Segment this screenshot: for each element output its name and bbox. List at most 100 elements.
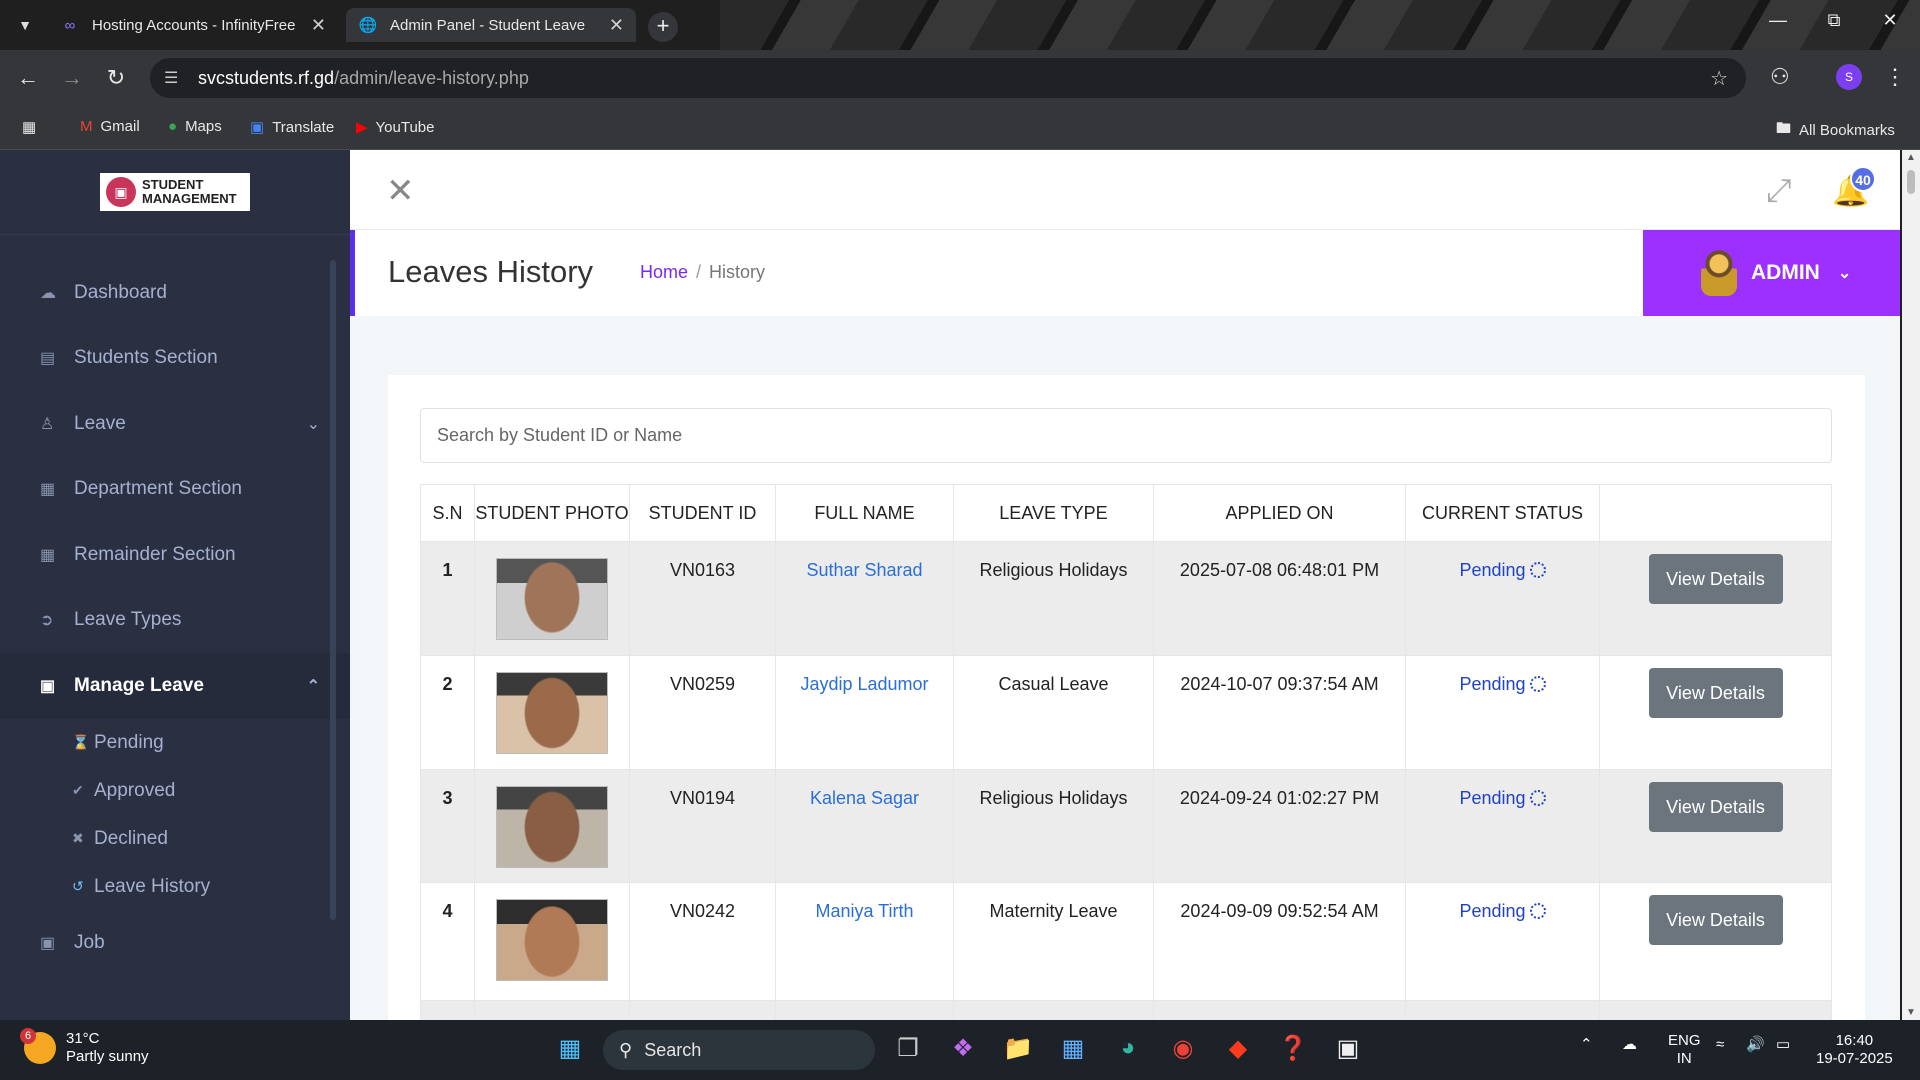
scroll-up-icon[interactable]: ▲ — [1906, 152, 1916, 163]
extensions-icon[interactable]: ⚇ — [1770, 64, 1790, 90]
bookmark-star-icon[interactable]: ☆ — [1710, 66, 1728, 91]
battery-icon[interactable]: ▭ — [1776, 1036, 1790, 1054]
address-bar[interactable]: ☰ svcstudents.rf.gd/admin/leave-history.… — [150, 58, 1746, 98]
restore-icon[interactable]: ⧉ — [1814, 10, 1854, 31]
page-scrollbar[interactable]: ▲ ▼ — [1902, 150, 1920, 1020]
cell-applied-on: 2024-10-07 09:37:54 AM — [1153, 655, 1406, 770]
tab-title: Hosting Accounts - InfinityFree — [92, 16, 296, 34]
edge-icon[interactable]: ◕ — [1110, 1034, 1146, 1062]
spinner-icon — [1529, 790, 1546, 806]
window-close-icon[interactable]: ✕ — [1870, 10, 1910, 31]
cell-student-id: VN0163 — [629, 541, 776, 656]
close-icon[interactable]: ✕ — [311, 15, 326, 36]
app-diamond-icon[interactable]: ◆ — [1220, 1034, 1256, 1063]
app-box-icon[interactable]: ▣ — [1330, 1034, 1366, 1063]
sidebar-subitem-leave-history[interactable]: ↺ Leave History — [0, 863, 350, 911]
windows-start-icon[interactable]: ▦ — [552, 1034, 588, 1063]
help-icon[interactable]: ❓ — [1275, 1034, 1311, 1063]
site-info-icon[interactable]: ☰ — [164, 68, 188, 88]
close-sidebar-icon[interactable]: ✕ — [386, 174, 415, 208]
student-name-link[interactable]: Suthar Sharad — [775, 541, 954, 656]
cell-student-id: VN0242 — [629, 882, 776, 1001]
profile-avatar[interactable]: S — [1836, 64, 1862, 90]
admin-menu-button[interactable]: ADMIN ⌄ — [1643, 230, 1900, 316]
student-name-link[interactable]: Maniya Tirth — [775, 882, 954, 1001]
spinner-icon — [1529, 676, 1546, 692]
all-bookmarks[interactable]: 🖿 All Bookmarks — [1776, 118, 1895, 143]
scroll-down-icon[interactable]: ▼ — [1906, 1007, 1916, 1018]
fullscreen-icon[interactable]: ⤢ — [1766, 172, 1792, 210]
sidebar-scrollbar[interactable] — [330, 260, 336, 920]
cell-photo — [474, 882, 630, 1001]
student-name-link[interactable]: Kalena Sagar — [775, 769, 954, 883]
calendar-icon: ▦ — [40, 546, 56, 564]
view-details-button[interactable]: View Details — [1648, 895, 1783, 945]
column-header: FULL NAME — [775, 484, 954, 542]
bookmark-label: YouTube — [375, 118, 435, 136]
globe-icon: 🌐 — [358, 17, 378, 34]
new-tab-button[interactable]: + — [648, 12, 678, 42]
gmail-icon: M — [80, 118, 93, 135]
cell-status: Pending — [1405, 655, 1600, 770]
bookmark-youtube[interactable]: ▶ YouTube — [356, 118, 435, 137]
tab-infinityfree[interactable]: ∞ Hosting Accounts - InfinityFree ✕ — [48, 8, 338, 42]
volume-icon[interactable]: 🔊 — [1746, 1036, 1765, 1054]
scrollbar-thumb[interactable] — [1907, 170, 1915, 194]
cell-status: Pending — [1405, 769, 1600, 883]
status-text: Pending — [1459, 674, 1526, 694]
sidebar-item-leave-types[interactable]: ➲ Leave Types — [0, 588, 350, 654]
task-view-icon[interactable]: ❐ — [890, 1034, 926, 1063]
bookmark-maps[interactable]: ● Maps — [168, 118, 222, 135]
breadcrumb-home-link[interactable]: Home — [640, 262, 688, 282]
bookmark-label: Translate — [272, 118, 335, 136]
view-details-button[interactable]: View Details — [1648, 782, 1783, 832]
forward-icon[interactable]: → — [58, 64, 86, 92]
sidebar-item-dashboard[interactable]: ☁ Dashboard — [0, 260, 350, 326]
sidebar-item-students-section[interactable]: ▤ Students Section — [0, 326, 350, 392]
logo-text: STUDENT MANAGEMENT — [142, 177, 237, 206]
main-content: ✕ ⤢ 🔔 40 Leaves History Home / History ADM… — [350, 150, 1900, 1020]
sidebar-item-manage-leave[interactable]: ▣ Manage Leave ⌃ — [0, 653, 350, 719]
reload-icon[interactable]: ↻ — [102, 64, 130, 92]
clock[interactable]: 16:40 19-07-2025 — [1816, 1032, 1893, 1068]
bookmark-translate[interactable]: ▣ Translate — [250, 118, 335, 137]
sidebar-subitem-approved[interactable]: ✔ Approved — [0, 767, 350, 815]
wifi-icon[interactable]: ≈ — [1716, 1036, 1724, 1054]
brand-area: ▣ STUDENT MANAGEMENT — [0, 150, 350, 235]
search-input[interactable] — [420, 408, 1832, 463]
window-background-pattern — [720, 0, 1920, 50]
browser-menu-icon[interactable]: ⋮ — [1884, 64, 1906, 90]
bookmark-gmail[interactable]: M Gmail — [80, 118, 140, 135]
apps-grid-icon[interactable]: ▦ — [22, 118, 36, 136]
sidebar-item-remainder-section[interactable]: ▦ Remainder Section — [0, 522, 350, 588]
sidebar-item-department-section[interactable]: ▦ Department Section — [0, 457, 350, 523]
language-indicator[interactable]: ENG IN — [1668, 1032, 1701, 1068]
table-row: 3 VN0194 Kalena Sagar Religious Holidays… — [420, 769, 1832, 883]
chrome-icon[interactable]: ◉ — [1165, 1034, 1201, 1063]
minimize-icon[interactable]: — — [1758, 10, 1798, 31]
microsoft-store-icon[interactable]: ▦ — [1055, 1034, 1091, 1063]
manage-leave-submenu: ⌛ Pending ✔ Approved ✖ Declined ↺ Leave Hist… — [0, 719, 350, 911]
view-details-button[interactable]: View Details — [1648, 554, 1783, 604]
sidebar-subitem-pending[interactable]: ⌛ Pending — [0, 719, 350, 767]
sidebar-item-leave[interactable]: ♙ Leave ⌄ — [0, 391, 350, 457]
column-header: APPLIED ON — [1153, 484, 1406, 542]
back-icon[interactable]: ← — [14, 64, 42, 92]
view-details-button[interactable]: View Details — [1648, 668, 1783, 718]
logo[interactable]: ▣ STUDENT MANAGEMENT — [100, 173, 250, 211]
taskbar-search[interactable]: ⚲ Search — [603, 1030, 875, 1070]
student-name-link[interactable]: Jaydip Ladumor — [775, 655, 954, 770]
copilot-icon[interactable]: ❖ — [945, 1034, 981, 1063]
onedrive-icon[interactable]: ☁ — [1622, 1036, 1637, 1054]
sidebar-item-job[interactable]: ▣ Job — [0, 911, 350, 977]
weather-widget[interactable]: 6 31°C Partly sunny — [20, 1028, 149, 1066]
tab-admin-panel[interactable]: 🌐 Admin Panel - Student Leave ✕ — [346, 8, 636, 42]
tab-search-chevron-icon[interactable]: ▼ — [12, 12, 38, 38]
breadcrumb: Home / History — [640, 262, 765, 283]
weather-sun-icon: 6 — [20, 1028, 56, 1064]
file-explorer-icon[interactable]: 📁 — [1000, 1034, 1036, 1063]
bookmark-label: Maps — [185, 118, 222, 135]
close-icon[interactable]: ✕ — [609, 15, 624, 36]
sidebar-subitem-declined[interactable]: ✖ Declined — [0, 815, 350, 863]
show-hidden-icons-chevron-icon[interactable]: ⌃ — [1580, 1036, 1593, 1054]
